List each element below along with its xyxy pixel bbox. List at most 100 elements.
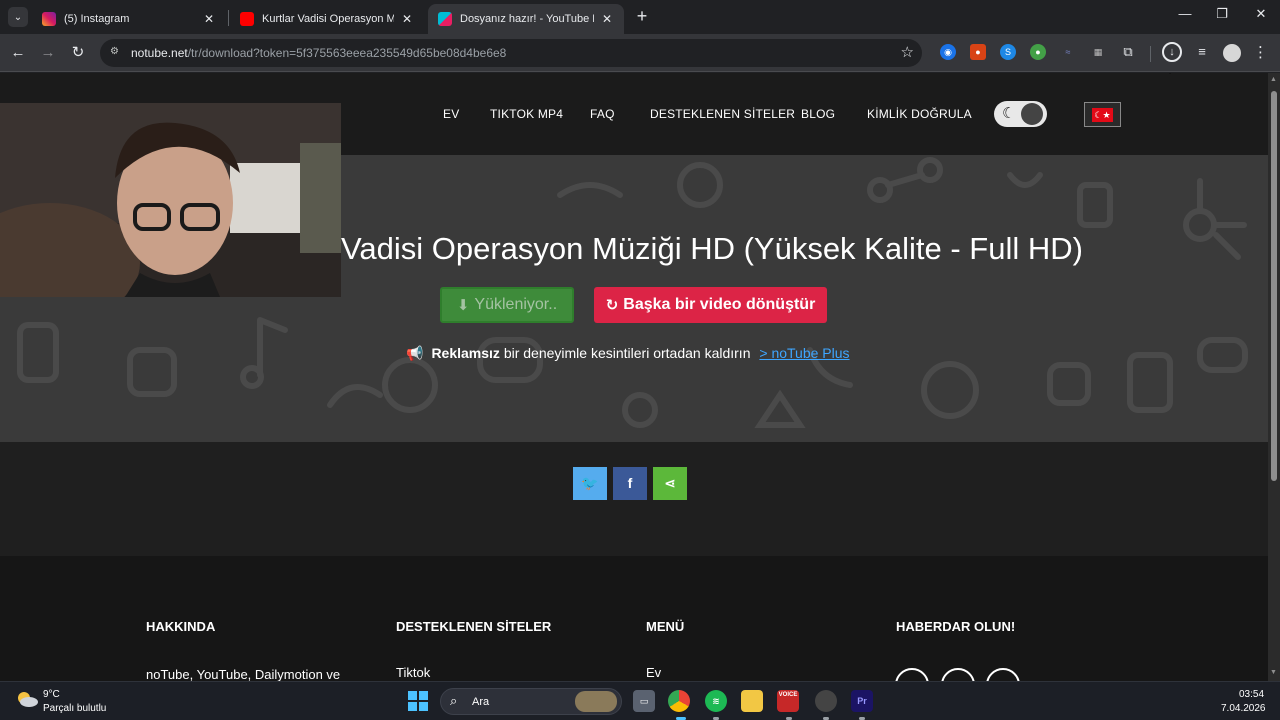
notube-plus-link[interactable]: > noTube Plus	[759, 345, 849, 361]
footer-heading-sites: DESTEKLENEN SİTELER	[396, 619, 552, 634]
premiere-pro-icon[interactable]: Pr	[851, 690, 873, 712]
task-view-icon[interactable]: ▭	[633, 690, 655, 712]
nav-link-home[interactable]: EV	[443, 107, 459, 121]
tab-search-button[interactable]: ⌄	[8, 7, 28, 27]
share-facebook-button[interactable]: f	[613, 467, 647, 500]
footer-about-text: noTube, YouTube, Dailymotion ve	[146, 667, 341, 681]
nav-link-faq[interactable]: FAQ	[590, 107, 615, 121]
share-twitter-button[interactable]: 🐦	[573, 467, 607, 500]
close-window-button[interactable]: ✕	[1251, 6, 1271, 22]
tab-title: Dosyanız hazır! - YouTube MP3	[460, 13, 594, 25]
shazam-icon[interactable]: S	[1000, 44, 1016, 60]
voicemeeter-label: VOICE	[778, 692, 798, 698]
download-icon: ↓	[1169, 46, 1175, 58]
promo-text: 📢 Reklamsız bir deneyimle kesintileri ort…	[406, 345, 850, 362]
extension-icon[interactable]: ●	[970, 44, 986, 60]
webcam-overlay	[0, 103, 341, 297]
youtube-icon	[240, 12, 254, 26]
scroll-down-icon[interactable]: ▼	[1270, 669, 1277, 676]
url-host: notube.net	[131, 46, 188, 60]
close-icon[interactable]: ✕	[400, 12, 414, 26]
extension-icon[interactable]: ▦	[1090, 44, 1106, 60]
chevron-down-icon: ⌄	[13, 11, 23, 23]
megaphone-icon: 📢	[406, 345, 424, 361]
refresh-icon: ↻	[605, 297, 619, 314]
page-scrollbar[interactable]: ▲ ▼	[1268, 73, 1280, 681]
tab-instagram[interactable]: (5) Instagram ✕	[32, 4, 226, 34]
restore-button[interactable]: ❐	[1212, 6, 1232, 22]
footer-link-tiktok[interactable]: Tiktok	[396, 665, 430, 680]
app-icon[interactable]	[815, 690, 837, 712]
footer-link-home[interactable]: Ev	[646, 665, 661, 680]
extensions-puzzle-icon[interactable]: ⧉	[1120, 44, 1136, 60]
moon-icon: ☾	[1002, 105, 1016, 122]
close-icon[interactable]: ✕	[202, 12, 216, 26]
address-bar[interactable]: ⚙ notube.net/tr/download?token=5f375563e…	[100, 39, 922, 67]
site-info-icon[interactable]: ⚙	[110, 46, 122, 58]
footer-heading-menu: MENÜ	[646, 619, 685, 634]
url-text[interactable]: notube.net/tr/download?token=5f375563eee…	[131, 46, 506, 60]
browser-toolbar: ← → ↻ ⚙ notube.net/tr/download?token=5f3…	[0, 34, 1280, 72]
start-button[interactable]	[408, 691, 428, 711]
extension-icon[interactable]: ≈	[1060, 44, 1076, 60]
close-icon[interactable]: ✕	[600, 12, 614, 26]
tab-notube[interactable]: Dosyanız hazır! - YouTube MP3 ✕	[428, 4, 624, 34]
new-tab-button[interactable]: +	[632, 7, 652, 27]
language-selector[interactable]: ☾★	[1084, 102, 1121, 127]
footer-heading-about: HAKKINDA	[146, 619, 216, 634]
instagram-icon	[42, 12, 56, 26]
extension-icon[interactable]: ◉	[940, 44, 956, 60]
nav-link-login[interactable]: KİMLİK DOĞRULA	[867, 107, 972, 121]
convert-another-button[interactable]: ↻ Başka bir video dönüştür	[594, 287, 827, 323]
tab-divider	[228, 10, 229, 26]
profile-avatar[interactable]	[1223, 44, 1241, 62]
download-icon: ⬇	[456, 297, 470, 314]
media-controls-icon[interactable]: ≡	[1194, 44, 1210, 60]
partly-cloudy-icon[interactable]	[16, 690, 38, 708]
facebook-icon: f	[627, 475, 633, 491]
chrome-icon[interactable]	[668, 690, 690, 712]
clock-time[interactable]: 03:54	[1239, 689, 1264, 700]
weather-temperature[interactable]: 9°C	[43, 689, 60, 700]
windows-icon	[408, 691, 417, 700]
back-button[interactable]: ←	[8, 43, 28, 63]
plus-icon: +	[636, 6, 648, 26]
x-social-icon[interactable]	[895, 668, 929, 681]
share-section: 🐦 f ⋖	[0, 442, 1268, 556]
downloads-button[interactable]: ↓	[1162, 42, 1182, 62]
video-title: Vadisi Operasyon Müziği HD (Yüksek Kalit…	[341, 231, 1083, 266]
dark-mode-toggle[interactable]: ☾	[994, 101, 1047, 127]
clock-date[interactable]: 7.04.2026	[1221, 703, 1266, 714]
nav-link-supported-sites[interactable]: DESTEKLENEN SİTELER	[650, 107, 795, 121]
site-footer: HAKKINDA DESTEKLENEN SİTELER MENÜ HABERD…	[0, 556, 1268, 681]
spotify-icon[interactable]: ≋	[705, 690, 727, 712]
scroll-thumb[interactable]	[1271, 91, 1277, 481]
windows-icon	[419, 691, 428, 700]
nav-link-tiktok[interactable]: TIKTOK MP4	[490, 107, 563, 121]
search-highlight-image	[575, 691, 617, 712]
social-icon[interactable]	[986, 668, 1020, 681]
file-explorer-icon[interactable]	[741, 690, 763, 712]
tab-youtube[interactable]: Kurtlar Vadisi Operasyon Müziği ✕	[230, 4, 424, 34]
extension-icon[interactable]: ●	[1030, 44, 1046, 60]
bookmark-star-icon[interactable]: ☆	[901, 43, 914, 61]
nav-link-blog[interactable]: BLOG	[801, 107, 835, 121]
instagram-social-icon[interactable]	[941, 668, 975, 681]
menu-button[interactable]: ⋮	[1253, 43, 1268, 61]
minimize-button[interactable]: —	[1175, 6, 1195, 21]
mouse-cursor	[1169, 73, 1172, 74]
download-loading-button[interactable]: ⬇ Yükleniyor..	[440, 287, 574, 323]
tab-title: (5) Instagram	[64, 13, 130, 25]
toggle-knob	[1021, 103, 1043, 125]
toolbar-divider	[1150, 46, 1151, 62]
taskbar-search[interactable]: ⌕ Ara	[440, 688, 622, 715]
weather-description[interactable]: Parçalı bulutlu	[43, 703, 106, 714]
reload-button[interactable]: ↻	[68, 43, 88, 63]
share-icon: ⋖	[664, 475, 676, 491]
forward-button[interactable]: →	[38, 43, 58, 63]
turkey-flag-icon: ☾★	[1092, 108, 1113, 122]
search-label: Ara	[472, 696, 490, 708]
share-button[interactable]: ⋖	[653, 467, 687, 500]
scroll-up-icon[interactable]: ▲	[1270, 76, 1277, 83]
voicemeeter-icon[interactable]: VOICE	[777, 690, 799, 712]
